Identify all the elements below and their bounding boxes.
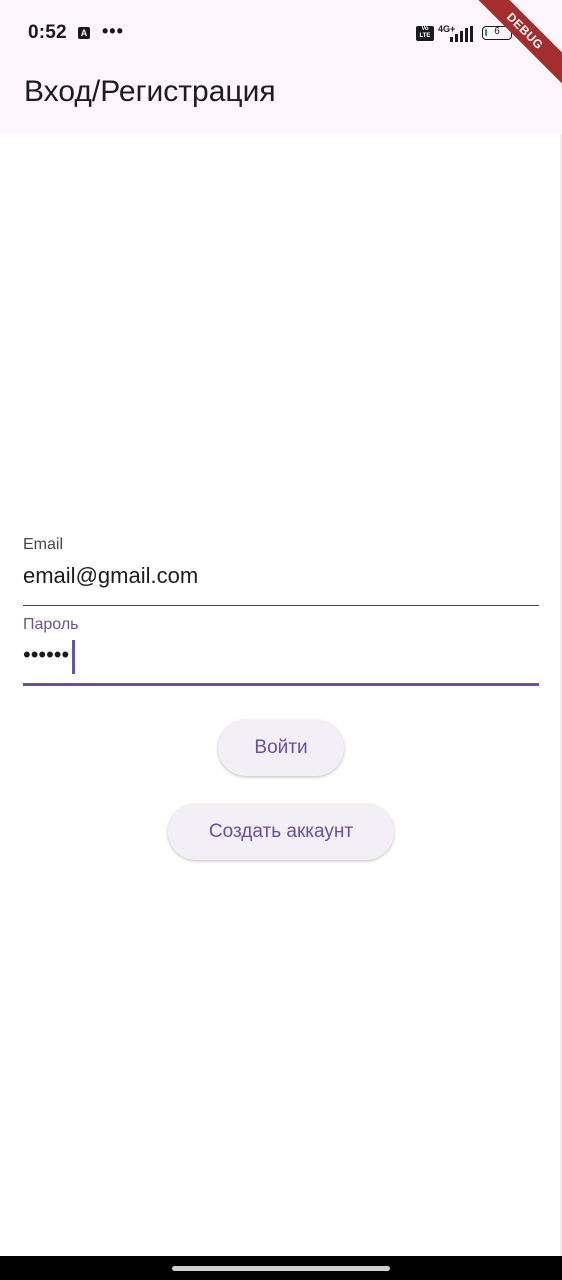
password-field-underline <box>23 683 539 686</box>
email-field-underline <box>23 605 539 606</box>
status-time: 0:52 <box>28 22 67 43</box>
login-button[interactable]: Войти <box>218 720 344 776</box>
page-title: Вход/Регистрация <box>24 75 276 108</box>
password-field[interactable]: Пароль •••••• <box>23 610 539 686</box>
password-field-label: Пароль <box>23 616 79 633</box>
text-cursor <box>72 640 75 674</box>
email-field-label: Email <box>23 536 64 553</box>
debug-banner: DEBUG <box>452 0 562 110</box>
create-account-button[interactable]: Создать аккаунт <box>168 804 394 860</box>
email-field-value[interactable]: email@gmail.com <box>23 563 198 589</box>
password-field-value[interactable]: •••••• <box>23 642 69 668</box>
debug-ribbon-label: DEBUG <box>464 0 562 92</box>
keyboard-a-icon: A <box>78 27 90 39</box>
home-gesture-handle[interactable] <box>172 1266 390 1271</box>
navigation-bar <box>0 1256 562 1280</box>
email-field[interactable]: Email email@gmail.com <box>23 530 539 606</box>
more-notifications-icon: ••• <box>102 21 124 41</box>
volte-icon: Vo LTE <box>416 26 434 41</box>
